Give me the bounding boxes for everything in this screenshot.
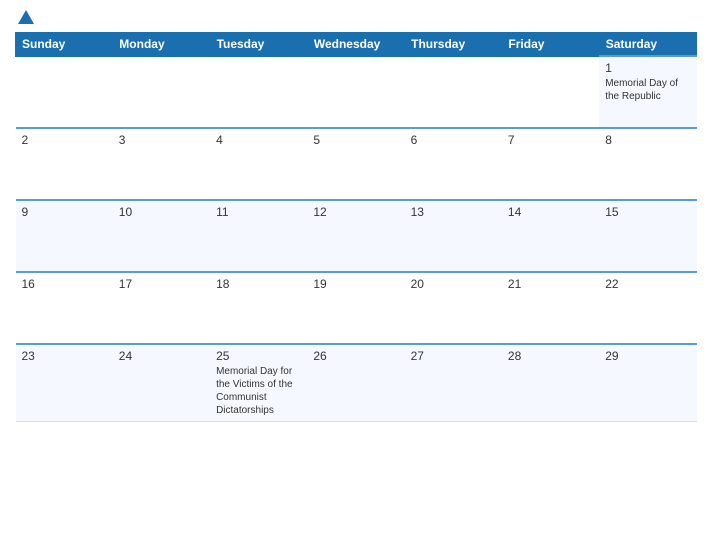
- day-number: 11: [216, 205, 301, 219]
- calendar-cell: 22: [599, 272, 696, 344]
- day-number: 16: [22, 277, 107, 291]
- calendar-cell: 19: [307, 272, 404, 344]
- day-number: 19: [313, 277, 398, 291]
- weekday-header-row: SundayMondayTuesdayWednesdayThursdayFrid…: [16, 33, 697, 57]
- day-number: 28: [508, 349, 593, 363]
- day-number: 17: [119, 277, 204, 291]
- logo: [15, 10, 36, 24]
- calendar-cell: [16, 56, 113, 128]
- calendar-cell: 15: [599, 200, 696, 272]
- calendar-cell: 26: [307, 344, 404, 422]
- calendar-cell: 20: [405, 272, 502, 344]
- calendar-cell: 21: [502, 272, 599, 344]
- day-number: 7: [508, 133, 593, 147]
- day-number: 21: [508, 277, 593, 291]
- calendar-cell: 11: [210, 200, 307, 272]
- day-number: 14: [508, 205, 593, 219]
- calendar-cell: [210, 56, 307, 128]
- calendar-cell: 25 Memorial Day for the Victims of the Co…: [210, 344, 307, 422]
- calendar-cell: 23: [16, 344, 113, 422]
- calendar-cell: 8: [599, 128, 696, 200]
- calendar-cell: [502, 56, 599, 128]
- logo-triangle-icon: [18, 10, 34, 24]
- calendar-page: SundayMondayTuesdayWednesdayThursdayFrid…: [0, 0, 712, 550]
- calendar-cell: 2: [16, 128, 113, 200]
- week-row-1: 1 Memorial Day of the Republic: [16, 56, 697, 128]
- weekday-header-friday: Friday: [502, 33, 599, 57]
- day-number: 15: [605, 205, 690, 219]
- week-row-4: 16 17 18 19 20 21 22: [16, 272, 697, 344]
- day-event: Memorial Day of the Republic: [605, 78, 678, 102]
- calendar-cell: 4: [210, 128, 307, 200]
- day-number: 25: [216, 349, 301, 363]
- calendar-cell: 6: [405, 128, 502, 200]
- day-number: 4: [216, 133, 301, 147]
- calendar-cell: [113, 56, 210, 128]
- calendar-cell: 13: [405, 200, 502, 272]
- calendar-cell: 16: [16, 272, 113, 344]
- calendar-cell: 18: [210, 272, 307, 344]
- day-number: 12: [313, 205, 398, 219]
- calendar-cell: 10: [113, 200, 210, 272]
- header: [15, 10, 697, 24]
- calendar-cell: 17: [113, 272, 210, 344]
- day-number: 13: [411, 205, 496, 219]
- day-number: 27: [411, 349, 496, 363]
- weekday-header-tuesday: Tuesday: [210, 33, 307, 57]
- day-number: 20: [411, 277, 496, 291]
- calendar-cell: 24: [113, 344, 210, 422]
- calendar-cell: 27: [405, 344, 502, 422]
- calendar-cell: [405, 56, 502, 128]
- calendar-cell: 28: [502, 344, 599, 422]
- weekday-header-thursday: Thursday: [405, 33, 502, 57]
- calendar-cell: 29: [599, 344, 696, 422]
- weekday-header-wednesday: Wednesday: [307, 33, 404, 57]
- weekday-header-sunday: Sunday: [16, 33, 113, 57]
- calendar-cell: 7: [502, 128, 599, 200]
- day-number: 26: [313, 349, 398, 363]
- calendar-cell: 5: [307, 128, 404, 200]
- week-row-3: 9 10 11 12 13 14 15: [16, 200, 697, 272]
- week-row-5: 23 24 25 Memorial Day for the Victims of th…: [16, 344, 697, 422]
- day-number: 10: [119, 205, 204, 219]
- day-number: 1: [605, 61, 690, 75]
- weekday-header-saturday: Saturday: [599, 33, 696, 57]
- day-number: 2: [22, 133, 107, 147]
- day-event: Memorial Day for the Victims of the Comm…: [216, 366, 293, 416]
- day-number: 24: [119, 349, 204, 363]
- day-number: 9: [22, 205, 107, 219]
- day-number: 23: [22, 349, 107, 363]
- day-number: 18: [216, 277, 301, 291]
- day-number: 22: [605, 277, 690, 291]
- day-number: 8: [605, 133, 690, 147]
- calendar-table: SundayMondayTuesdayWednesdayThursdayFrid…: [15, 32, 697, 422]
- day-number: 6: [411, 133, 496, 147]
- calendar-cell: 14: [502, 200, 599, 272]
- day-number: 3: [119, 133, 204, 147]
- calendar-cell: 9: [16, 200, 113, 272]
- calendar-cell: 1 Memorial Day of the Republic: [599, 56, 696, 128]
- day-number: 29: [605, 349, 690, 363]
- weekday-header-monday: Monday: [113, 33, 210, 57]
- day-number: 5: [313, 133, 398, 147]
- calendar-cell: 12: [307, 200, 404, 272]
- calendar-cell: [307, 56, 404, 128]
- calendar-cell: 3: [113, 128, 210, 200]
- week-row-2: 2345678: [16, 128, 697, 200]
